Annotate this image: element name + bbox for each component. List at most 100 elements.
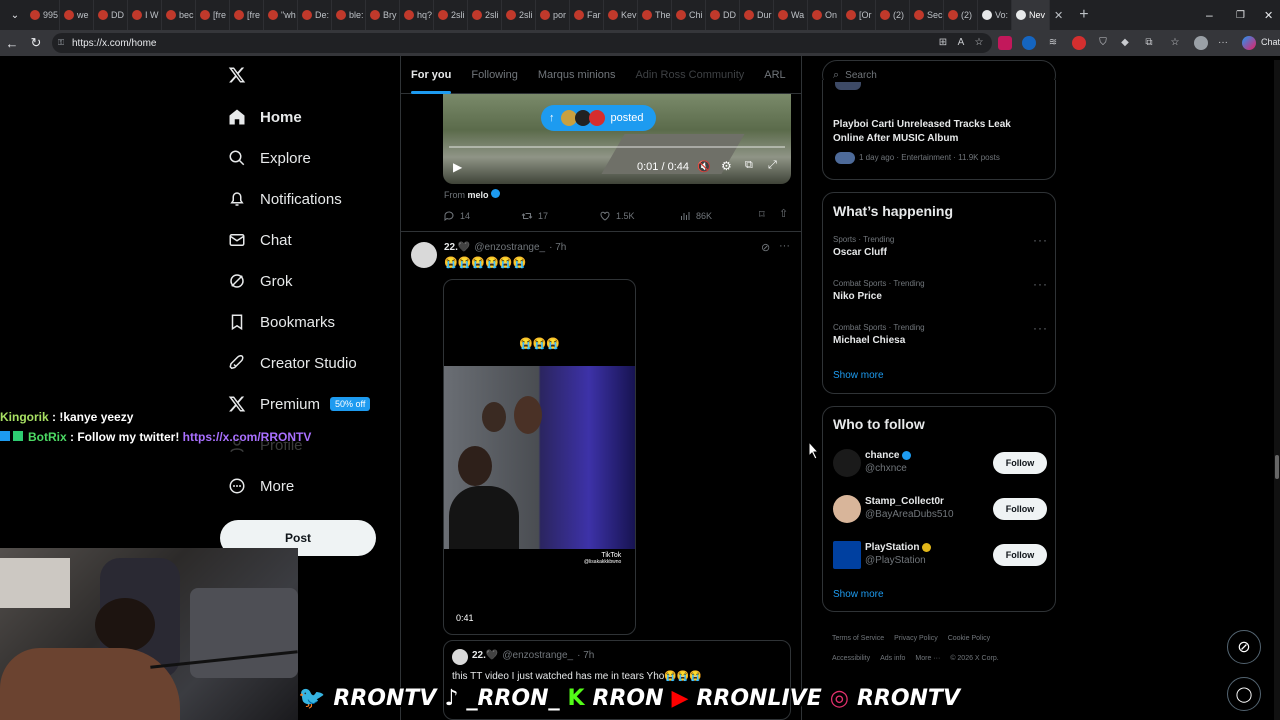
browser-tab[interactable]: I W <box>128 0 162 30</box>
tab-actions-icon[interactable]: ⌄ <box>4 2 26 28</box>
browser-tab[interactable]: [Or <box>842 0 876 30</box>
footer-link[interactable]: Ads info <box>880 655 905 662</box>
grok-floating-button[interactable]: ⊘ <box>1227 630 1261 664</box>
account-info[interactable]: chance @chxnce <box>865 450 912 474</box>
browser-tab[interactable]: Far <box>570 0 604 30</box>
more-options-icon[interactable]: ··· <box>779 240 790 252</box>
close-window-icon[interactable]: ✕ <box>1264 9 1273 22</box>
repost-button[interactable]: 17 <box>521 210 548 222</box>
extension-icon[interactable]: ≋ <box>1046 36 1060 50</box>
follow-button[interactable]: Follow <box>993 544 1047 566</box>
browser-tab[interactable]: Sec <box>910 0 944 30</box>
avatar[interactable] <box>833 541 861 569</box>
browser-tab[interactable]: por <box>536 0 570 30</box>
footer-link[interactable]: Privacy Policy <box>894 635 938 642</box>
tiktok-video[interactable]: 😭😭😭 TikTok @lisakakkkbwno 0:41 <box>443 279 636 635</box>
volume-icon[interactable]: 🔇 <box>697 160 711 173</box>
nav-notifications[interactable]: Notifications <box>228 190 342 208</box>
scrollbar-thumb[interactable] <box>1275 455 1279 479</box>
footer-link[interactable]: © 2026 X Corp. <box>950 655 998 662</box>
trend-item[interactable]: Combat Sports · Trending Michael Chiesa <box>833 323 925 346</box>
extension-icon[interactable] <box>1022 36 1036 50</box>
copilot-label[interactable]: Chat <box>1261 37 1280 47</box>
browser-tab[interactable]: we <box>60 0 94 30</box>
more-options-icon[interactable]: ··· <box>1033 321 1048 335</box>
like-button[interactable]: 1.5K <box>599 210 635 222</box>
follow-button[interactable]: Follow <box>993 452 1047 474</box>
trend-item[interactable]: Combat Sports · Trending Niko Price <box>833 279 925 302</box>
picture-in-picture-icon[interactable]: ⧉ <box>745 159 753 172</box>
browser-tab[interactable]: (2) <box>944 0 978 30</box>
avatar[interactable] <box>411 242 437 268</box>
favorite-star-icon[interactable]: ☆ <box>972 36 986 50</box>
tab-arl[interactable]: ARL <box>754 56 795 94</box>
tab-e[interactable]: E <box>796 56 801 94</box>
browser-tab[interactable]: Wa <box>774 0 808 30</box>
scrollbar[interactable] <box>1274 60 1280 720</box>
back-icon[interactable]: ← <box>0 30 24 56</box>
address-bar[interactable]: ⚿ https://x.com/home <box>52 33 992 53</box>
refresh-icon[interactable]: ↻ <box>24 30 48 56</box>
browser-tab[interactable]: On <box>808 0 842 30</box>
extension-icon[interactable] <box>998 36 1012 50</box>
settings-gear-icon[interactable]: ⚙ <box>721 159 732 173</box>
browser-tab[interactable]: ble: <box>332 0 366 30</box>
play-icon[interactable]: ▶ <box>453 160 462 174</box>
author-handle[interactable]: @enzostrange_ <box>474 242 545 253</box>
chat-floating-button[interactable]: ◯ <box>1227 677 1261 711</box>
show-more-link[interactable]: Show more <box>833 370 884 381</box>
post-time[interactable]: · 7h <box>549 242 566 253</box>
nav-creator-studio[interactable]: Creator Studio <box>228 354 357 372</box>
browser-tab[interactable]: hq? <box>400 0 434 30</box>
browser-tab[interactable]: [fre <box>196 0 230 30</box>
maximize-icon[interactable]: ❐ <box>1236 10 1245 21</box>
bookmark-icon[interactable]: ⌑ <box>759 208 765 221</box>
copilot-icon[interactable] <box>1242 36 1256 50</box>
close-tab-icon[interactable]: ✕ <box>1054 9 1063 22</box>
browser-tab[interactable]: 2sli <box>434 0 468 30</box>
extension-icon[interactable]: ◆ <box>1118 36 1132 50</box>
extension-icon[interactable]: ⛉ <box>1096 36 1110 50</box>
fullscreen-icon[interactable]: ⤢ <box>768 159 777 172</box>
read-aloud-icon[interactable]: A <box>954 36 968 50</box>
nav-chat[interactable]: Chat <box>228 231 292 249</box>
new-tab-button[interactable]: + <box>1079 6 1088 24</box>
trend-card[interactable]: Playboi Carti Unreleased Tracks Leak Onl… <box>822 80 1056 180</box>
browser-tab[interactable]: Vo: <box>978 0 1012 30</box>
account-info[interactable]: Stamp_Collect0r @BayAreaDubs510 <box>865 496 954 520</box>
source-user[interactable]: melo <box>468 190 489 200</box>
tab-adin-ross-community[interactable]: Adin Ross Community <box>625 56 754 94</box>
browser-tab[interactable]: Chi <box>672 0 706 30</box>
author-name[interactable]: 22.🖤 <box>444 242 470 253</box>
profile-avatar[interactable] <box>1194 36 1208 50</box>
browser-tab[interactable]: bec <box>162 0 196 30</box>
browser-tab[interactable]: Bry <box>366 0 400 30</box>
tab-following[interactable]: Following <box>461 56 527 94</box>
footer-link[interactable]: Terms of Service <box>832 635 884 642</box>
browser-tab[interactable]: DD <box>94 0 128 30</box>
browser-tab[interactable]: The <box>638 0 672 30</box>
grok-icon[interactable]: ⊘ <box>761 241 770 254</box>
browser-tab[interactable]: De: <box>298 0 332 30</box>
favorites-icon[interactable]: ☆ <box>1168 36 1182 50</box>
video-progress-bar[interactable] <box>449 146 785 148</box>
nav-explore[interactable]: Explore <box>228 149 311 167</box>
site-info-icon[interactable]: ⚿ <box>58 38 64 48</box>
extensions-puzzle-icon[interactable]: ⧉ <box>1142 36 1156 50</box>
extension-icon[interactable] <box>1072 36 1086 50</box>
nav-grok[interactable]: Grok <box>228 272 293 290</box>
tab-marqus-minions[interactable]: Marqus minions <box>528 56 626 94</box>
trend-item[interactable]: Sports · Trending Oscar Cluff <box>833 235 894 258</box>
minimize-icon[interactable]: – <box>1206 8 1213 22</box>
account-info[interactable]: PlayStation @PlayStation <box>865 542 932 566</box>
avatar[interactable] <box>833 449 861 477</box>
browser-tab[interactable]: (2) <box>876 0 910 30</box>
extension-icon[interactable]: ⊞ <box>936 36 950 50</box>
share-icon[interactable]: ⇧ <box>779 207 788 220</box>
footer-link[interactable]: Cookie Policy <box>948 635 990 642</box>
browser-tab[interactable]: "wh <box>264 0 298 30</box>
more-options-icon[interactable]: ··· <box>1033 233 1048 247</box>
show-more-link[interactable]: Show more <box>833 589 884 600</box>
views-button[interactable]: 86K <box>679 210 712 222</box>
x-logo-icon[interactable] <box>228 66 246 84</box>
